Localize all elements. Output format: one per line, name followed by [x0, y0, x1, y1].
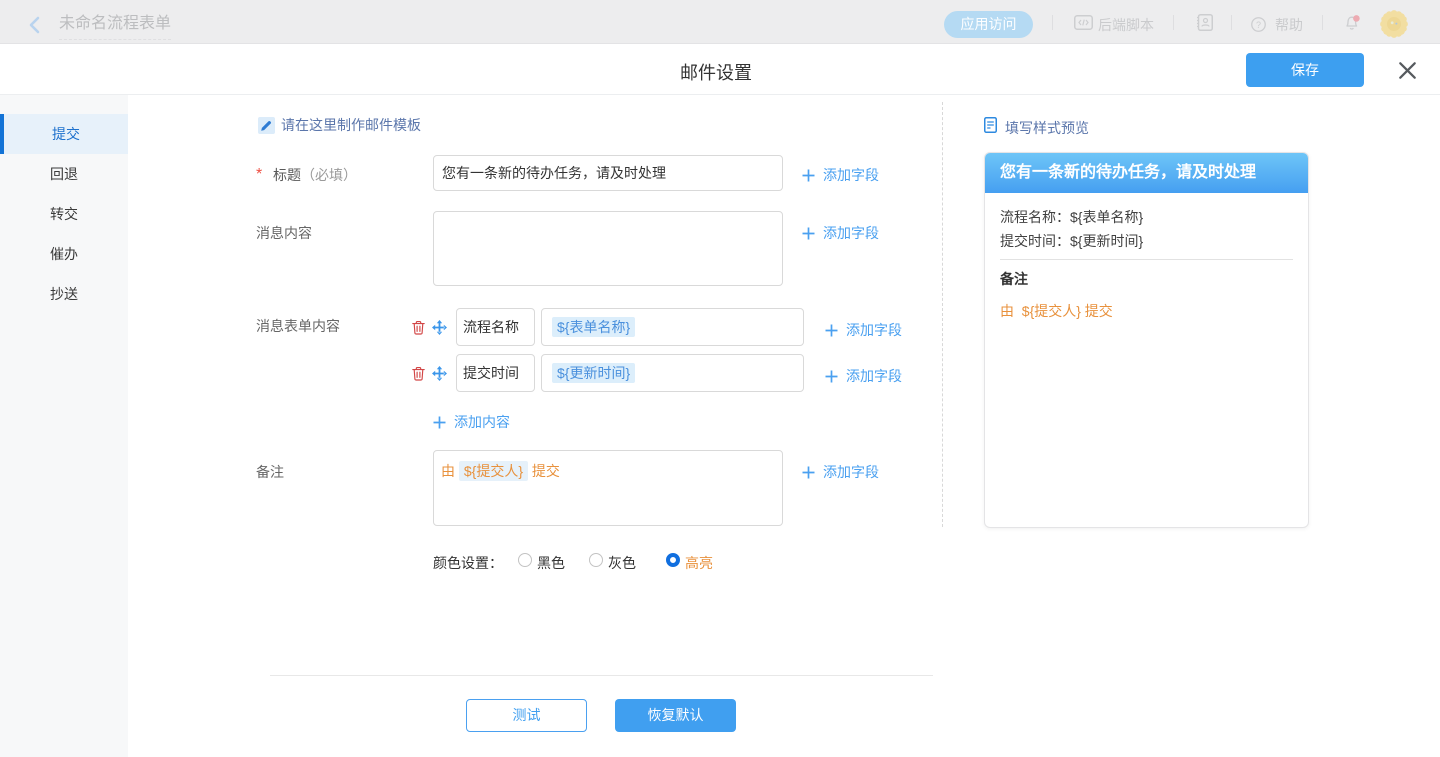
svg-text:?: ?	[1256, 20, 1261, 30]
